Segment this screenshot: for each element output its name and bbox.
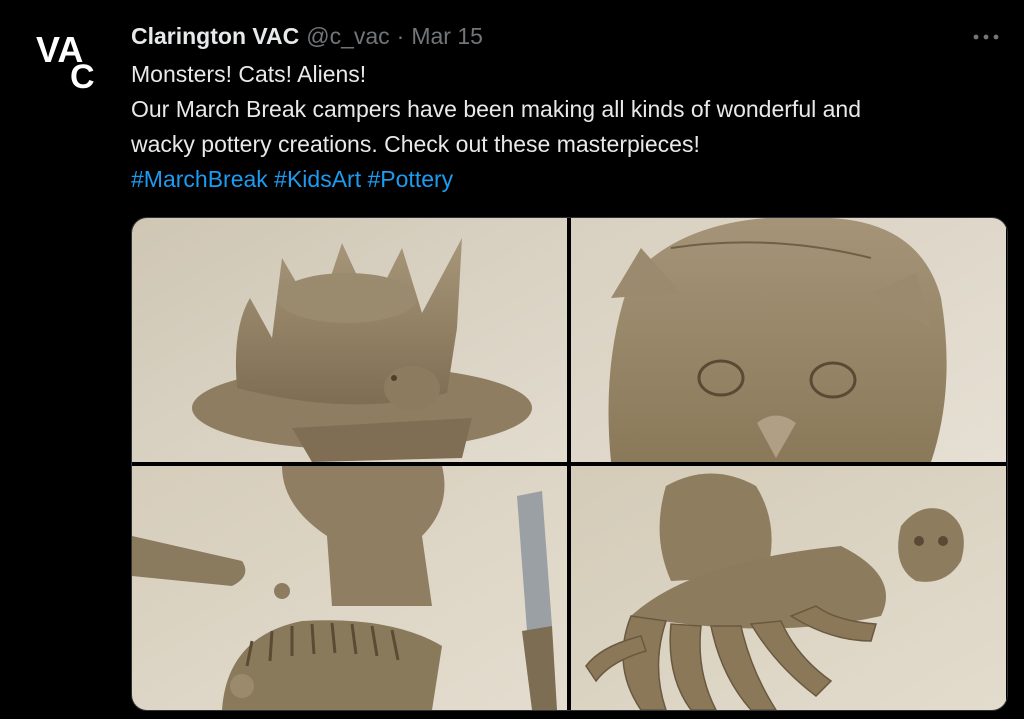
tweet-text: Monsters! Cats! Aliens! Our March Break … <box>131 57 1001 197</box>
tweet-content: Clarington VAC @c_vac · Mar 15 Monsters!… <box>131 20 1001 197</box>
tweet[interactable]: VA C Clarington VAC @c_vac · Mar 15 Mons… <box>0 0 1024 719</box>
photo-clay-alien[interactable] <box>571 466 1006 710</box>
clay-cat-image <box>571 218 1006 462</box>
hashtag-marchbreak[interactable]: #MarchBreak <box>131 166 268 192</box>
avatar[interactable]: VA C <box>30 22 110 102</box>
tweet-text-line-3: wacky pottery creations. Check out these… <box>131 131 700 157</box>
tweet-text-line-2: Our March Break campers have been making… <box>131 96 861 122</box>
hashtag-kidsart[interactable]: #KidsArt <box>274 166 361 192</box>
tweet-header: Clarington VAC @c_vac · Mar 15 <box>131 20 1001 52</box>
clay-flower-image <box>132 218 567 462</box>
hashtags: #MarchBreak #KidsArt #Pottery <box>131 162 1001 197</box>
media-grid <box>131 217 1008 711</box>
clay-figure-image <box>132 466 567 710</box>
tweet-text-line-1: Monsters! Cats! Aliens! <box>131 61 367 87</box>
display-name[interactable]: Clarington VAC <box>131 20 299 52</box>
separator-dot: · <box>396 23 405 49</box>
vac-logo-icon: VA C <box>36 29 95 96</box>
photo-clay-figure[interactable] <box>132 466 567 710</box>
hashtag-pottery[interactable]: #Pottery <box>368 166 454 192</box>
avatar-text-line2: C <box>70 58 95 96</box>
clay-alien-image <box>571 466 1006 710</box>
photo-clay-flower-monster[interactable] <box>132 218 567 462</box>
user-handle[interactable]: @c_vac <box>306 20 389 52</box>
photo-clay-cat[interactable] <box>571 218 1006 462</box>
tweet-date[interactable]: Mar 15 <box>411 20 483 52</box>
